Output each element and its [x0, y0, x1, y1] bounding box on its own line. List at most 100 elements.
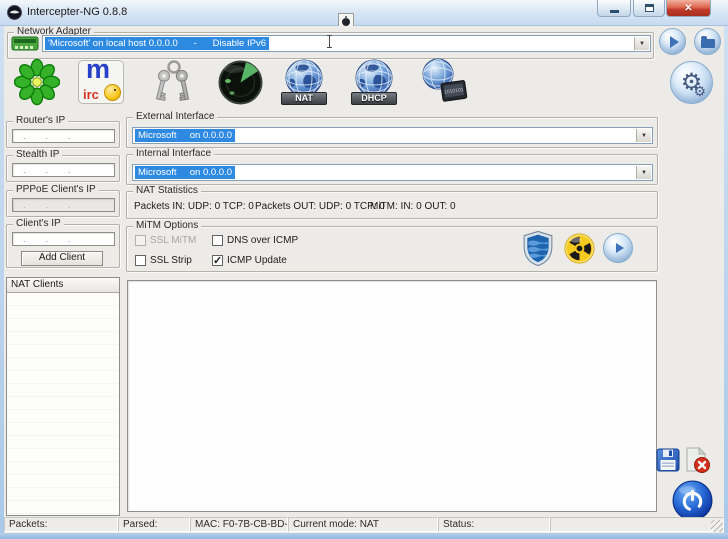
pppoe-ip-group: PPPoE Client's IP . . .: [6, 190, 120, 217]
minimize-button[interactable]: [597, 0, 631, 17]
pppoe-ip-label: PPPoE Client's IP: [13, 184, 99, 195]
nat-statistics-group: NAT Statistics Packets IN: UDP: 0 TCP: 0…: [126, 191, 658, 219]
routers-ip-label: Router's IP: [13, 115, 68, 126]
network-adapter-select[interactable]: 'Microsoft' on local host 0.0.0.0 - Disa…: [42, 35, 651, 52]
save-icon[interactable]: [656, 448, 680, 472]
app-logo-icon: [7, 5, 22, 20]
messengers-mode-icq-icon[interactable]: [14, 58, 60, 106]
adapter-dropdown-arrow-icon[interactable]: ▼: [634, 37, 649, 50]
ssl-mitm-checkbox[interactable]: SSL MiTM: [135, 235, 196, 246]
routers-ip-group: Router's IP . . .: [6, 121, 120, 148]
power-exit-button[interactable]: [672, 480, 713, 521]
nat-clients-header[interactable]: NAT Clients: [7, 278, 119, 293]
packets-in-stat: Packets IN: UDP: 0 TCP: 0: [134, 201, 254, 212]
dns-over-icmp-checkbox[interactable]: DNS over ICMP: [212, 235, 298, 246]
external-interface-group: External Interface Microsoft on 0.0.0.0 …: [126, 117, 658, 148]
internal-interface-label: Internal Interface: [133, 148, 214, 159]
ssl-strip-checkbox[interactable]: SSL Strip: [135, 255, 192, 266]
stealth-ip-group: Stealth IP . . .: [6, 155, 120, 182]
routers-ip-input[interactable]: . . .: [12, 129, 115, 143]
ssl-mitm-checkbox-label: SSL MiTM: [150, 235, 196, 246]
clients-ip-label: Client's IP: [13, 218, 64, 229]
status-empty-panel: [550, 517, 724, 532]
pppoe-ip-input: . . .: [12, 198, 115, 212]
internal-interface-value: Microsoft on 0.0.0.0: [135, 166, 235, 179]
status-mac: MAC: F0-7B-CB-BD-08-04: [190, 517, 288, 532]
folder-icon: [701, 39, 715, 48]
status-parsed: Parsed:: [118, 517, 190, 532]
shield-icon[interactable]: [522, 230, 554, 267]
adapter-name: 'Microsoft' on local host 0.0.0.0: [48, 38, 178, 49]
window-border-left: [0, 26, 4, 539]
close-button[interactable]: ✕: [666, 0, 711, 17]
dns-over-icmp-checkbox-box[interactable]: [212, 235, 223, 246]
adapter-separator: -: [194, 38, 197, 49]
passwords-mode-keys-icon[interactable]: [150, 58, 196, 106]
window-border-right: [724, 26, 728, 539]
mitm-options-group: MiTM Options SSL MiTM DNS over ICMP SSL …: [126, 226, 658, 272]
internal-interface-select[interactable]: Microsoft on 0.0.0.0 ▼: [132, 164, 653, 181]
internal-interface-name: Microsoft: [138, 167, 177, 178]
start-capture-button[interactable]: [659, 28, 686, 55]
minimize-icon: [610, 10, 619, 13]
mitm-stat: MiTM: IN: 0 OUT: 0: [370, 201, 456, 212]
mirc-mode-icon[interactable]: m irc: [78, 60, 124, 104]
close-icon: ✕: [684, 3, 692, 14]
external-interface-addr: on 0.0.0.0: [190, 130, 232, 141]
internal-interface-group: Internal Interface Microsoft on 0.0.0.0 …: [126, 154, 658, 185]
dhcp-badge: DHCP: [351, 92, 397, 105]
window-title: Intercepter-NG 0.8.8: [27, 6, 127, 18]
open-file-button[interactable]: [694, 28, 721, 55]
ssl-strip-checkbox-label: SSL Strip: [150, 255, 192, 266]
app-window: Intercepter-NG 0.8.8 ✕ Network Adapter '…: [0, 0, 728, 539]
nat-log-output[interactable]: [127, 280, 657, 512]
internal-dropdown-arrow-icon[interactable]: ▼: [636, 166, 651, 179]
status-current-mode: Current mode: NAT: [288, 517, 438, 532]
resize-grip[interactable]: [711, 520, 723, 532]
external-dropdown-arrow-icon[interactable]: ▼: [636, 129, 651, 142]
mirc-irc-glyph: irc: [83, 87, 99, 102]
nat-statistics-label: NAT Statistics: [133, 185, 201, 196]
window-border-bottom: [0, 533, 728, 539]
mirc-m-glyph: m: [86, 54, 110, 85]
maximize-button[interactable]: [633, 0, 665, 17]
icmp-update-checkbox[interactable]: ICMP Update: [212, 255, 287, 266]
nat-mode-icon[interactable]: NAT: [278, 59, 330, 105]
mitm-play-icon: [616, 243, 624, 253]
mirc-pacman-face: [104, 84, 121, 101]
ssl-strip-checkbox-box[interactable]: [135, 255, 146, 266]
adapter-selected-value: 'Microsoft' on local host 0.0.0.0 - Disa…: [45, 37, 269, 50]
add-client-button[interactable]: Add Client: [21, 251, 103, 266]
stealth-ip-label: Stealth IP: [13, 149, 62, 160]
mitm-start-button[interactable]: [603, 233, 633, 263]
status-packets: Packets:: [4, 517, 118, 532]
icmp-update-checkbox-label: ICMP Update: [227, 255, 287, 266]
dhcp-mode-icon[interactable]: DHCP: [348, 59, 400, 105]
status-status: Status:: [438, 517, 550, 532]
adapter-ipv6-option: Disable IPv6: [213, 38, 266, 49]
titlebar[interactable]: Intercepter-NG 0.8.8 ✕: [0, 0, 728, 26]
radiation-icon[interactable]: [564, 233, 595, 264]
packets-out-stat: Packets OUT: UDP: 0 TCP: 0: [255, 201, 385, 212]
play-icon: [670, 36, 679, 48]
settings-button[interactable]: ⚙ ⚙: [670, 61, 713, 104]
external-interface-label: External Interface: [133, 111, 217, 122]
ssl-mitm-checkbox-box[interactable]: [135, 235, 146, 246]
mirc-eye: [114, 89, 116, 91]
internal-interface-addr: on 0.0.0.0: [190, 167, 232, 178]
clear-delete-icon[interactable]: [684, 446, 710, 474]
main-content: Network Adapter 'Microsoft' on local hos…: [0, 26, 728, 533]
statusbar: Packets: Parsed: MAC: F0-7B-CB-BD-08-04 …: [4, 517, 724, 533]
external-interface-select[interactable]: Microsoft on 0.0.0.0 ▼: [132, 127, 653, 144]
network-card-icon: [11, 36, 39, 53]
scan-mode-radar-icon[interactable]: [218, 60, 263, 105]
maximize-icon: [645, 4, 654, 12]
icmp-update-checkbox-box[interactable]: [212, 255, 223, 266]
clients-ip-input[interactable]: . . .: [12, 232, 115, 246]
raw-mode-icon[interactable]: 1010101: [418, 58, 472, 106]
gear-small-icon: ⚙: [693, 84, 706, 98]
external-interface-value: Microsoft on 0.0.0.0: [135, 129, 235, 142]
nat-clients-list[interactable]: NAT Clients: [6, 277, 120, 516]
nat-clients-list-body[interactable]: [7, 293, 119, 515]
stealth-ip-input[interactable]: . . .: [12, 163, 115, 177]
